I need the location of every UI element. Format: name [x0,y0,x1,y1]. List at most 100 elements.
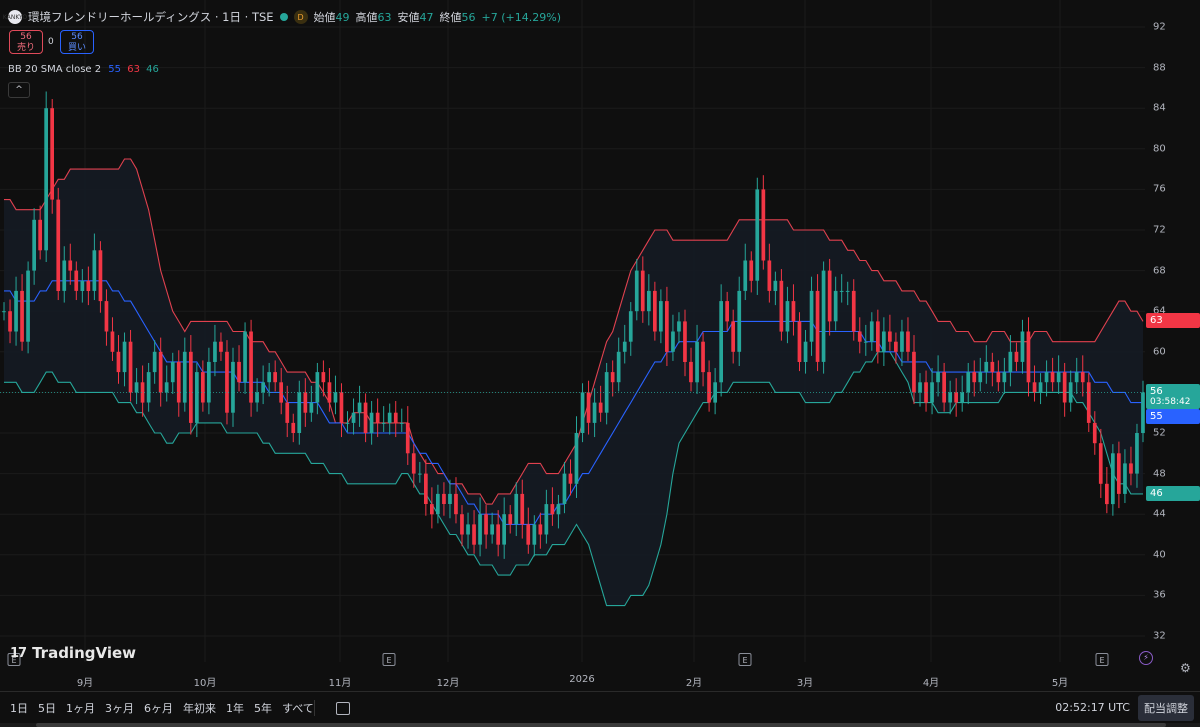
candle-body [779,280,784,332]
candle-body [634,270,639,312]
range-3m-button[interactable]: 3ヶ月 [105,700,134,716]
candle-body [14,290,18,332]
candle-body [568,473,573,484]
candle-body [1044,372,1049,383]
earnings-event-marker[interactable]: E [382,653,396,666]
time-tick: 4月 [922,678,940,689]
candle-body [387,412,392,423]
candle-body [695,341,699,383]
spread-value: 0 [48,37,54,47]
price-tick: 44 [1153,508,1166,520]
candle-body [213,341,217,362]
collapse-legend-button[interactable]: ^ [8,82,30,98]
candle-body [628,311,633,342]
scrollbar-thumb[interactable] [36,723,1166,727]
candle-body [375,412,380,423]
range-6m-button[interactable]: 6ヶ月 [144,700,173,716]
price-axis[interactable]: 92888480767268646056524844403632635603:5… [1143,0,1200,662]
candle-body [665,301,669,352]
range-1m-button[interactable]: 1ヶ月 [66,700,95,716]
candle-body [502,514,506,545]
candle-body [152,351,157,373]
price-tick: 88 [1153,62,1166,74]
price-tick: 80 [1153,143,1166,155]
range-1y-button[interactable]: 1年 [226,700,244,716]
candle-body [556,504,561,515]
candle-body [303,392,308,413]
price-tick: 52 [1153,427,1166,439]
candle-body [544,504,549,535]
earnings-event-marker[interactable]: E [738,653,752,666]
buy-price: 56 [71,32,83,42]
ohlc-high: 高値63 [356,9,392,25]
candle-body [821,270,826,362]
indicator-basis-value: 55 [108,64,122,75]
candle-body [755,189,760,281]
candle-body [381,422,386,424]
candle-body [882,331,886,352]
price-chart[interactable] [0,0,1145,662]
dividend-adjust-button[interactable]: 配当調整 [1138,695,1194,721]
candle-body [863,341,868,343]
price-tick: 92 [1153,21,1166,33]
candle-body [321,372,326,383]
buy-button[interactable]: 56 買い [60,30,94,54]
range-5y-button[interactable]: 5年 [254,700,272,716]
candle-body [1092,422,1097,444]
candle-body [92,250,97,291]
candle-body [743,260,748,291]
candle-body [1105,483,1109,505]
range-all-button[interactable]: すべて [282,700,314,716]
calendar-icon[interactable] [335,701,350,715]
price-tick: 60 [1153,346,1166,358]
time-axis[interactable]: 9月 10月 11月 12月 2026 2月 3月 4月 5月 E E E E [0,653,1145,690]
tradingview-mark-icon: 17 [10,645,27,661]
symbol-title[interactable]: 環境フレンドリーホールディングス · 1日 · TSE [28,9,274,25]
candle-body [182,351,187,403]
time-tick: 9月 [76,678,94,689]
candle-body [761,189,766,261]
last-price-label: 56 03:58:42 [1146,384,1200,410]
candle-body [918,382,922,393]
candle-body [225,351,229,413]
lightning-icon[interactable]: ⚡ [1139,651,1153,665]
candle-body [586,392,591,423]
candle-body [659,301,663,332]
tradingview-logo[interactable]: 17 TradingView [10,644,136,662]
candle-body [496,524,500,545]
interval-badge[interactable]: D [293,10,308,24]
range-ytd-button[interactable]: 年初来 [183,700,216,716]
candle-body [74,270,79,291]
candle-body [98,250,103,302]
candle-body [128,341,133,393]
horizontal-scrollbar[interactable] [0,723,1200,727]
candle-body [442,493,446,504]
candle-body [333,392,338,403]
price-tick: 32 [1153,630,1166,642]
candle-body [1008,351,1013,373]
candle-body [737,290,742,352]
candle-body [791,301,796,322]
candle-body [942,372,946,403]
candle-body [1002,372,1007,383]
candle-body [689,361,693,383]
candle-body [345,422,350,424]
sell-button[interactable]: 56 売り [9,30,43,54]
indicator-legend[interactable]: BB 20 SMA close 2 55 63 46 [8,64,159,75]
candle-body [399,422,404,424]
candle-body [833,290,838,322]
candle-body [418,473,422,475]
candle-body [1080,372,1085,383]
price-tick: 76 [1153,183,1166,195]
candle-body [393,412,398,423]
indicator-upper-value: 63 [127,64,140,75]
range-5d-button[interactable]: 5日 [38,700,56,716]
candle-body [1050,372,1055,383]
earnings-event-marker[interactable]: E [1095,653,1109,666]
candle-body [767,260,772,291]
range-1d-button[interactable]: 1日 [10,700,28,716]
buy-label: 買い [67,43,86,53]
candle-body [430,504,434,515]
axis-settings-icon[interactable]: ⚙ [1180,661,1194,675]
clock-timezone[interactable]: 02:52:17 UTC [1055,701,1130,714]
